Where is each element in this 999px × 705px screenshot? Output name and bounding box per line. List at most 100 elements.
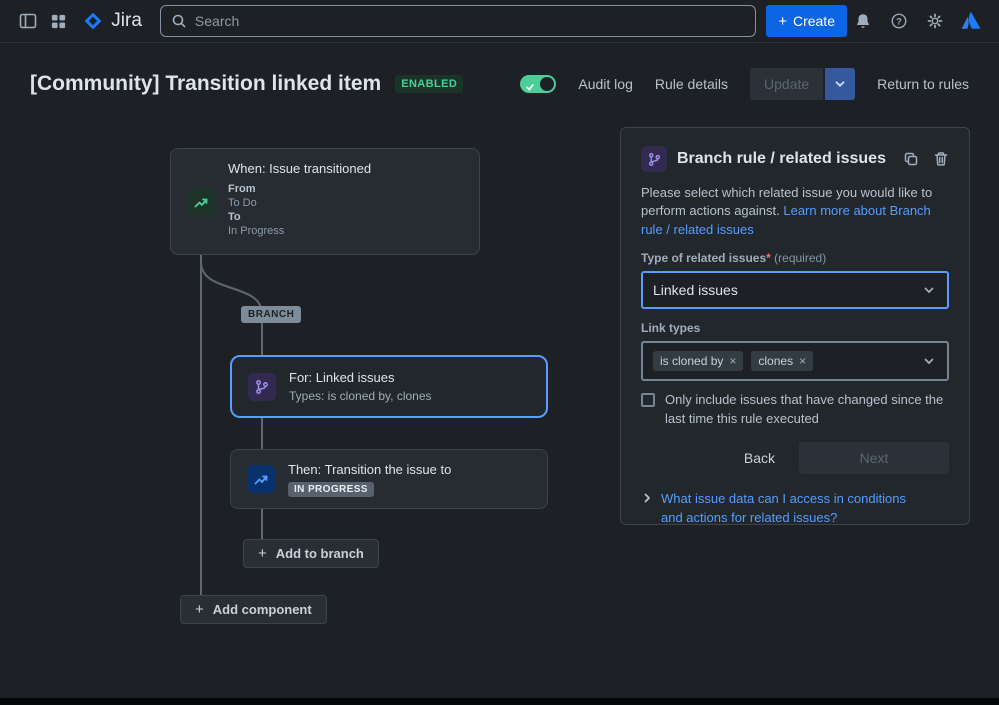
link-types-multiselect[interactable]: is cloned by × clones ×	[641, 341, 949, 382]
rule-header: [Community] Transition linked item ENABL…	[30, 68, 969, 100]
branch-rule-panel: Branch rule / related issues Please sele…	[620, 127, 970, 525]
related-issues-select[interactable]: Linked issues	[641, 271, 949, 310]
link-type-tag: is cloned by ×	[653, 351, 744, 372]
required-asterisk: *	[766, 251, 771, 266]
panel-description: Please select which related issue you wo…	[641, 184, 949, 239]
help-icon: ?	[891, 13, 907, 29]
changed-issues-checkbox-row: Only include issues that have changed si…	[641, 391, 949, 427]
status-lozenge: IN PROGRESS	[288, 481, 374, 497]
jira-logo[interactable]: Jira	[74, 10, 152, 32]
jira-logo-text: Jira	[111, 10, 142, 31]
issue-data-question-link: What issue data can I access in conditio…	[661, 490, 906, 525]
chevron-down-icon	[835, 81, 845, 87]
create-button-label: Create	[792, 13, 835, 29]
trigger-node-body: When: Issue transitioned From To Do To I…	[228, 161, 371, 242]
update-split-button: Update	[750, 68, 856, 100]
search-input[interactable]	[194, 13, 746, 29]
type-field-label: Type of related issues* (required)	[641, 251, 949, 265]
create-button[interactable]: + Create	[766, 5, 847, 37]
panel-header: Branch rule / related issues	[641, 146, 949, 172]
add-to-branch-label: Add to branch	[275, 546, 364, 561]
branch-node-body: For: Linked issues Types: is cloned by, …	[289, 370, 432, 403]
transition-action-icon	[247, 465, 275, 493]
duplicate-component-button[interactable]	[903, 151, 919, 167]
sidebar-toggle-icon	[19, 13, 36, 29]
transition-icon	[187, 187, 215, 216]
from-value: To Do	[228, 197, 257, 209]
back-button[interactable]: Back	[734, 444, 785, 472]
panel-title: Branch rule / related issues	[677, 150, 886, 167]
gear-icon	[927, 13, 943, 29]
tag-label: clones	[758, 354, 794, 369]
status-badge: ENABLED	[395, 75, 464, 93]
branch-node-selected[interactable]: For: Linked issues Types: is cloned by, …	[230, 355, 548, 418]
action-node-body: Then: Transition the issue to IN PROGRES…	[288, 462, 451, 497]
plus-icon: +	[195, 601, 204, 618]
panel-header-icons	[903, 151, 949, 167]
audit-log-link[interactable]: Audit log	[578, 76, 632, 92]
branch-node-subtitle: Types: is cloned by, clones	[289, 389, 432, 403]
next-button[interactable]: Next	[799, 441, 949, 474]
atlassian-home-button[interactable]	[955, 5, 987, 37]
trash-icon	[934, 152, 948, 166]
remove-icon[interactable]: ×	[799, 355, 806, 367]
page-title: [Community] Transition linked item	[30, 72, 382, 95]
delete-component-button[interactable]	[933, 151, 949, 167]
add-component-label: Add component	[212, 602, 312, 617]
return-to-rules-link[interactable]: Return to rules	[877, 76, 969, 92]
branch-icon	[641, 146, 667, 172]
update-button[interactable]: Update	[750, 68, 824, 100]
branch-pill: BRANCH	[241, 306, 302, 323]
type-label-text: Type of related issues	[641, 251, 767, 266]
app-window: Jira + Create ? [Community] Transi	[0, 0, 999, 705]
add-to-branch-button[interactable]: + Add to branch	[243, 539, 379, 568]
changed-issues-checkbox[interactable]	[641, 393, 655, 408]
required-hint: (required)	[774, 251, 827, 266]
from-label: From	[228, 183, 256, 195]
action-node[interactable]: Then: Transition the issue to IN PROGRES…	[230, 449, 548, 509]
tag-label: is cloned by	[660, 354, 724, 369]
notifications-button[interactable]	[847, 5, 879, 37]
help-button[interactable]: ?	[883, 5, 915, 37]
add-component-button[interactable]: + Add component	[180, 595, 327, 624]
trigger-title: When: Issue transitioned	[228, 161, 372, 176]
settings-button[interactable]	[919, 5, 951, 37]
plus-icon: +	[778, 12, 787, 30]
header-actions: Audit log Rule details Update Return to …	[520, 68, 969, 100]
chevron-down-icon	[924, 358, 934, 365]
remove-icon[interactable]: ×	[729, 355, 736, 367]
update-dropdown-button[interactable]	[825, 68, 856, 100]
svg-text:?: ?	[896, 16, 902, 26]
rule-enabled-toggle[interactable]	[520, 75, 557, 93]
branch-icon	[248, 372, 276, 401]
panel-buttons: Back Next	[641, 441, 949, 474]
toggle-check-icon	[526, 84, 535, 91]
search-icon	[172, 14, 186, 28]
search-bar[interactable]	[159, 5, 757, 37]
rule-details-link[interactable]: Rule details	[655, 76, 728, 92]
link-types-label: Link types	[641, 321, 701, 336]
copy-icon	[904, 152, 918, 166]
issue-data-disclosure[interactable]: What issue data can I access in conditio…	[641, 490, 949, 528]
bell-icon	[857, 14, 869, 28]
bottom-strip	[0, 698, 999, 705]
jira-logo-icon	[84, 12, 102, 30]
app-switcher-icon	[52, 14, 66, 28]
plus-icon: +	[258, 545, 267, 562]
sidebar-toggle-button[interactable]	[12, 5, 43, 37]
branch-node-title: For: Linked issues	[289, 370, 395, 385]
atlassian-logo-icon	[961, 12, 981, 29]
related-issues-select-value: Linked issues	[653, 282, 738, 299]
navbar-right-group: ?	[847, 5, 987, 37]
disclosure-chevron-icon	[644, 493, 650, 503]
checkbox-label: Only include issues that have changed si…	[665, 392, 944, 426]
top-navbar: Jira + Create ?	[0, 0, 999, 43]
app-switcher-button[interactable]	[43, 5, 74, 37]
action-node-title: Then: Transition the issue to	[288, 461, 452, 477]
toggle-knob	[540, 77, 555, 91]
chevron-down-icon	[924, 287, 934, 294]
to-value: In Progress	[228, 225, 285, 237]
link-type-tag: clones ×	[751, 351, 814, 372]
trigger-node[interactable]: When: Issue transitioned From To Do To I…	[170, 148, 480, 255]
to-label: To	[228, 211, 241, 223]
